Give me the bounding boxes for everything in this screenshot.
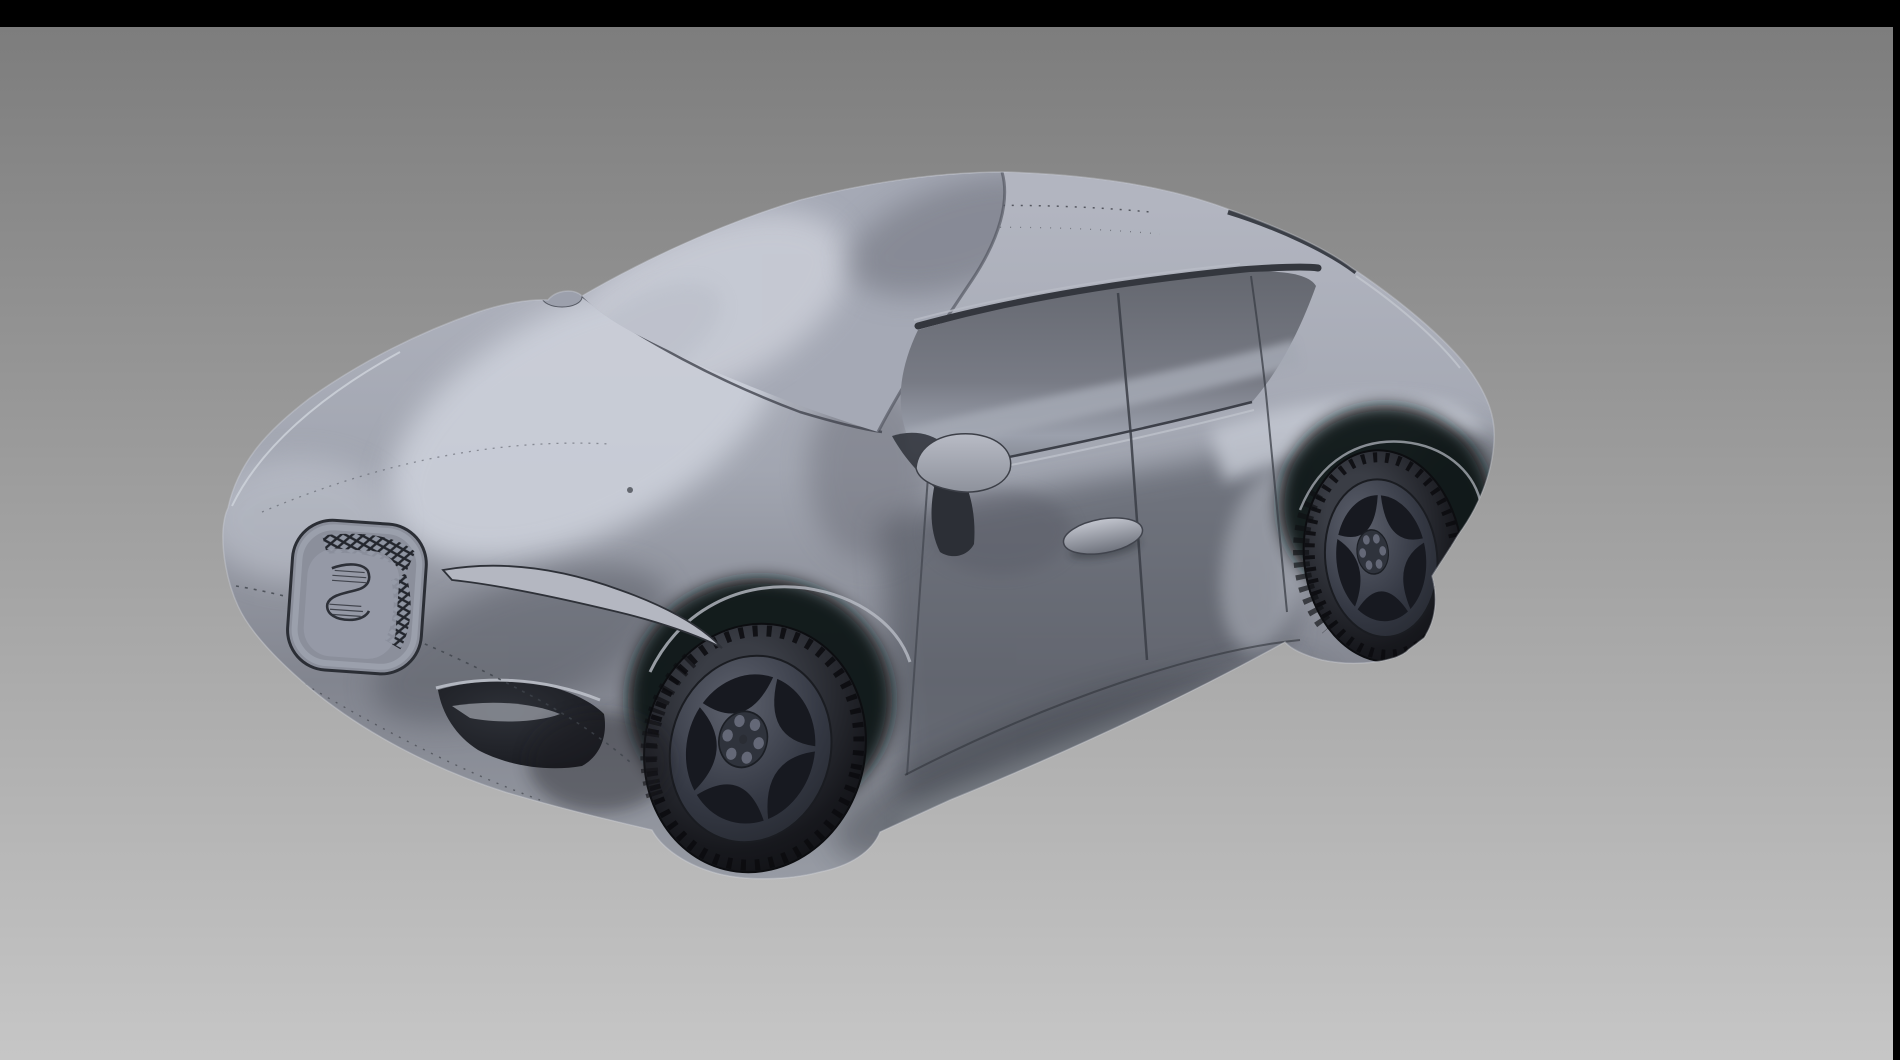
letterbox-top-bar [0, 0, 1900, 27]
viewport-3d[interactable] [0, 0, 1900, 1060]
hood-fleck [627, 487, 633, 493]
bumper-corner-shadow [528, 712, 672, 812]
letterbox-right-strip [1893, 0, 1900, 1060]
render-stage [0, 0, 1900, 1060]
grille [285, 518, 429, 677]
